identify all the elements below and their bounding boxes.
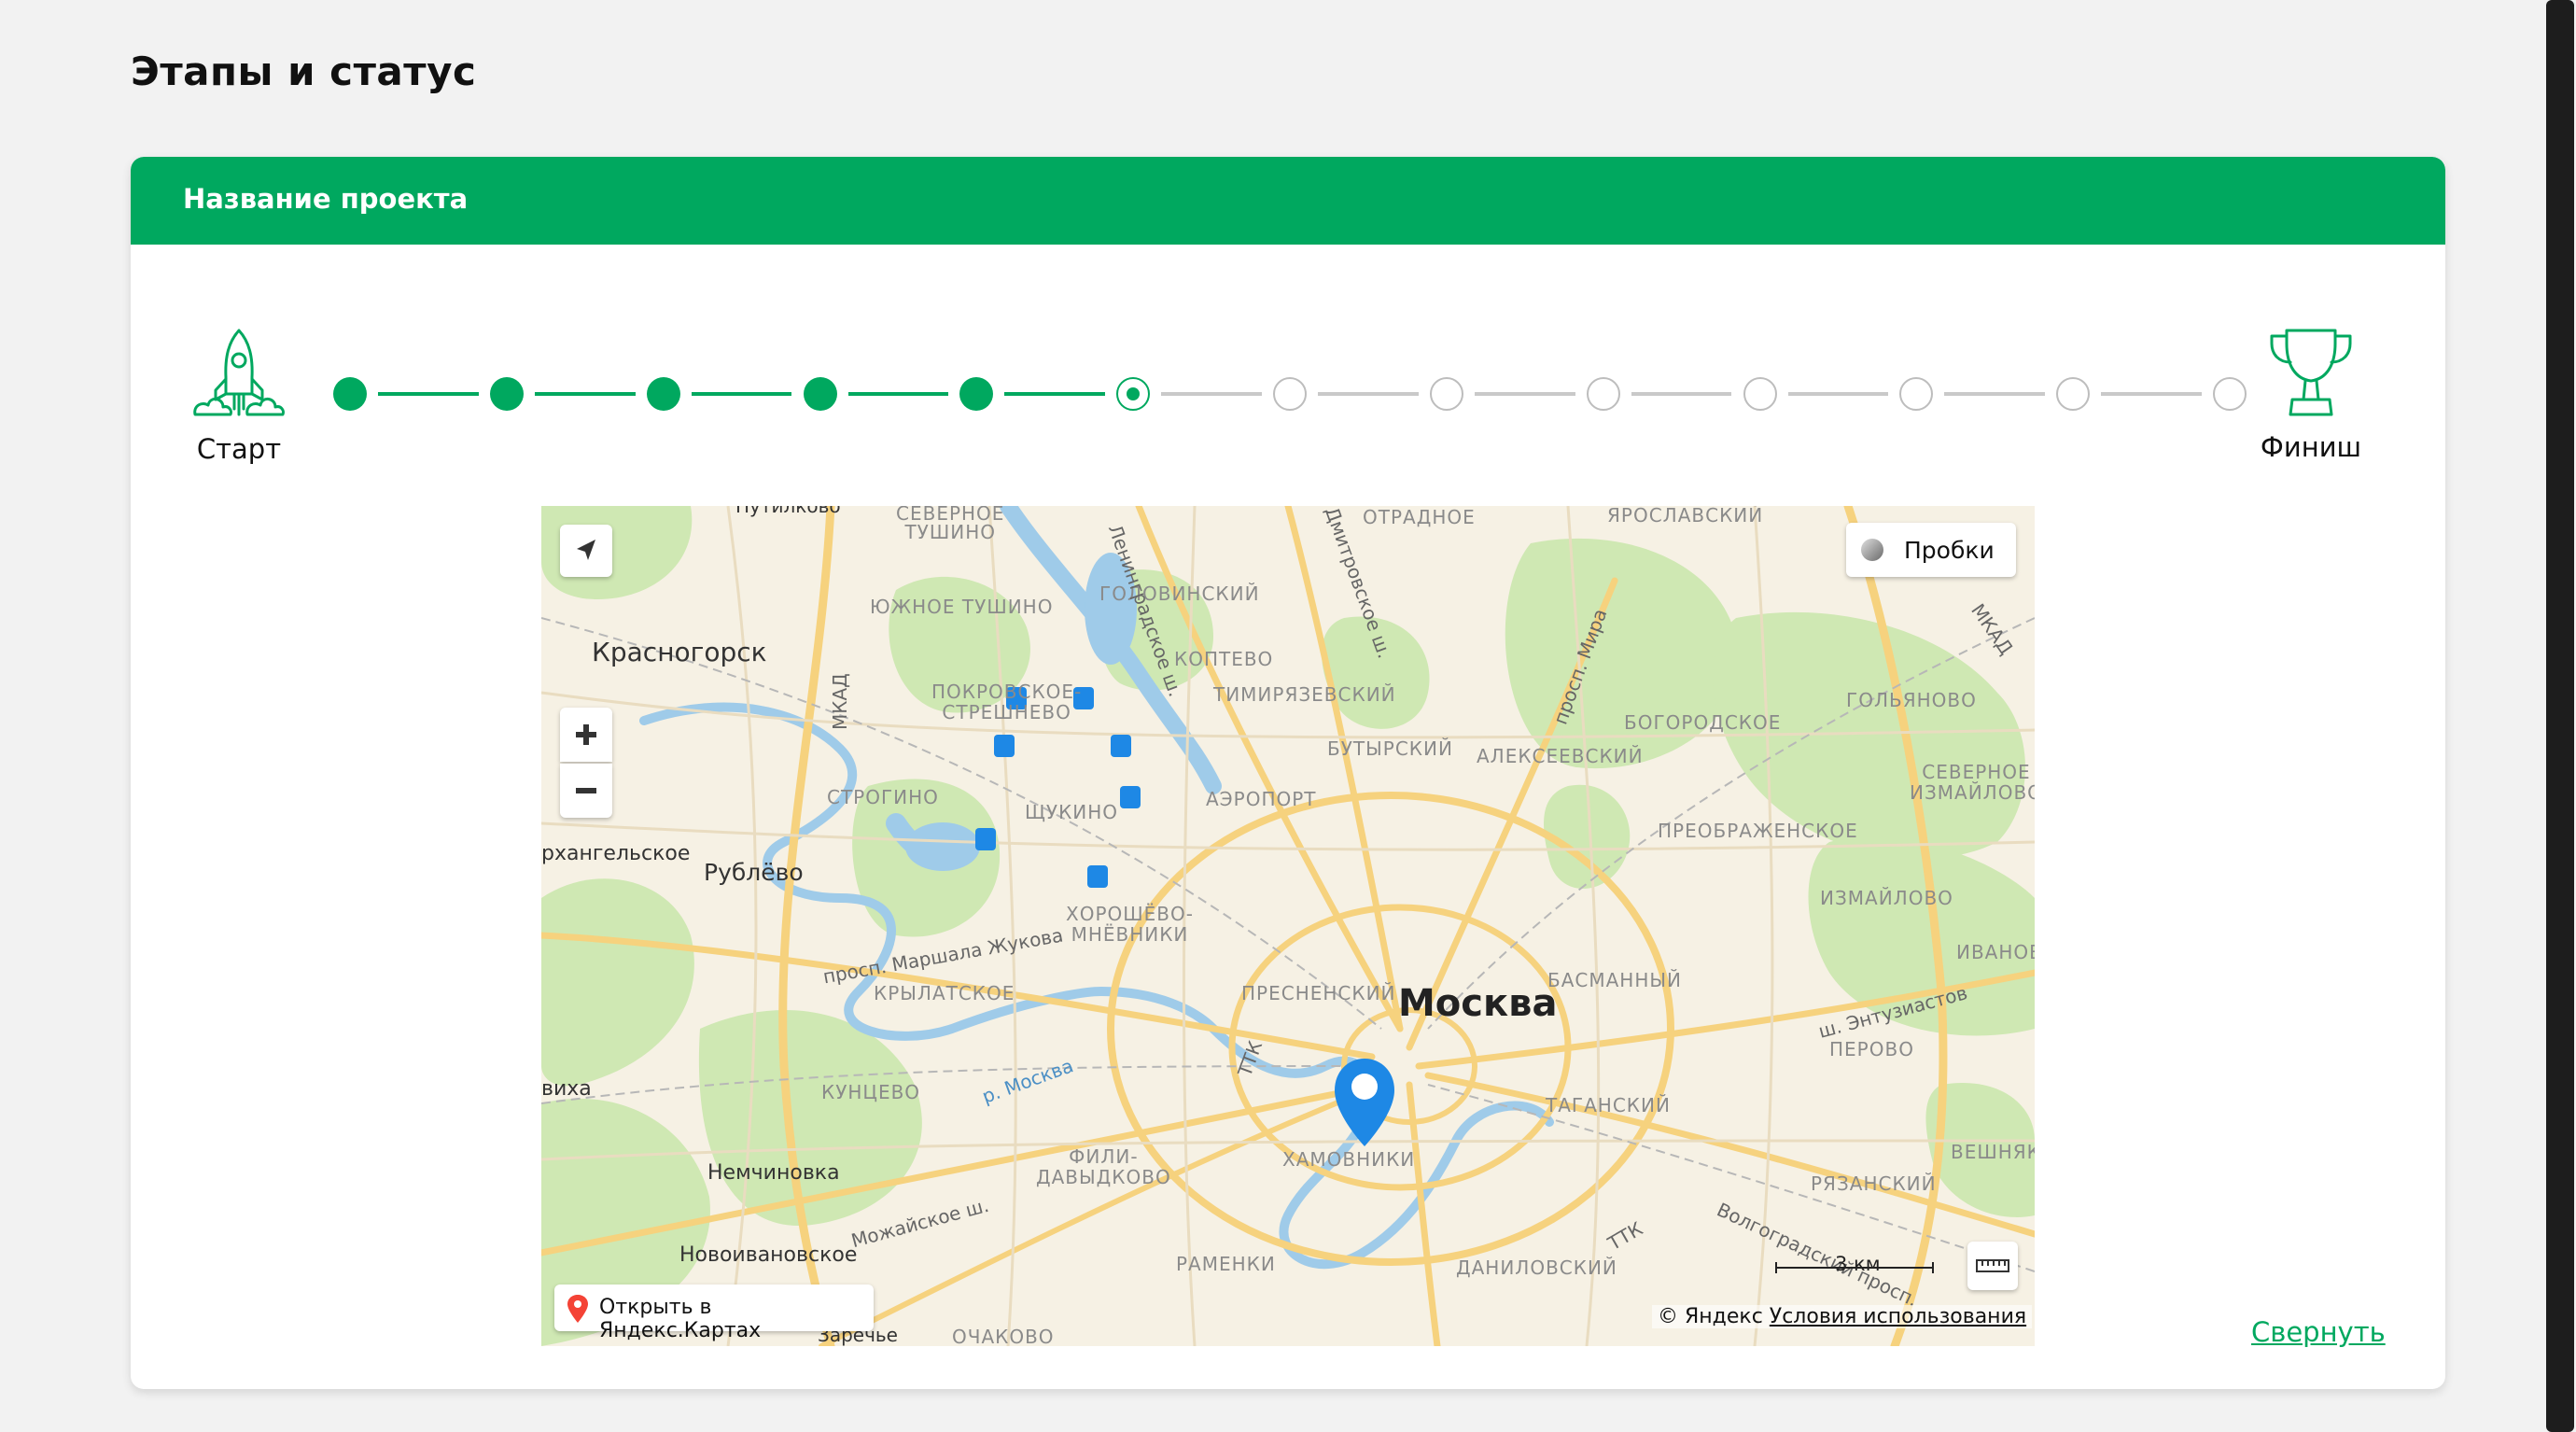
map-pin-icon — [567, 1295, 588, 1323]
map-label-vikha: виха — [541, 1077, 592, 1101]
map-label-putilkovo: Путилково — [735, 506, 841, 517]
stage-dot-12[interactable] — [2056, 377, 2091, 411]
map-label-perovo: ПЕРОВО — [1829, 1038, 1914, 1060]
ruler-icon — [1976, 1259, 2009, 1272]
stage-connector — [1944, 392, 2046, 396]
ruler-button[interactable] — [1967, 1242, 2018, 1290]
stage-dot-4[interactable] — [803, 377, 837, 411]
stage-dot-11[interactable] — [1899, 377, 1934, 411]
map-label-strogino: СТРОГИНО — [827, 786, 939, 808]
stage-connector — [1787, 392, 1889, 396]
map-label-khoroshevo: ХОРОШЁВО- МНЁВНИКИ — [1066, 903, 1194, 946]
stage-dot-7[interactable] — [1273, 377, 1307, 411]
map-label-nemchinovka: Немчиновка — [707, 1161, 840, 1185]
stage-dot-1[interactable] — [333, 377, 367, 411]
map-label-timiryazevsky: ТИМИРЯЗЕВСКИЙ — [1213, 683, 1396, 706]
stage-connector — [2101, 392, 2202, 396]
scrollbar[interactable] — [2544, 0, 2576, 1432]
map-tiles[interactable] — [541, 506, 2035, 1346]
stage-dot-3[interactable] — [646, 377, 680, 411]
stage-progress — [131, 157, 2445, 530]
plus-icon — [576, 724, 596, 745]
map-label-khamovniki: ХАМОВНИКИ — [1282, 1148, 1416, 1171]
stage-dot-5[interactable] — [959, 377, 994, 411]
map-label-rublevo: Рублёво — [704, 859, 804, 886]
stage-connector — [691, 392, 792, 396]
map-label-ramenki: РАМЕНКИ — [1176, 1253, 1276, 1275]
stage-dot-9[interactable] — [1586, 377, 1620, 411]
collapse-link[interactable]: Свернуть — [2251, 1316, 2386, 1348]
stage-connector — [534, 392, 636, 396]
stage-connector — [847, 392, 949, 396]
map[interactable]: Москва Красногорск Рублёво рхангельское … — [541, 506, 2035, 1346]
stage-dot-8[interactable] — [1429, 377, 1463, 411]
finish-milestone: Финиш — [2257, 325, 2365, 463]
traffic-button[interactable]: Пробки — [1846, 523, 2016, 577]
stage-dot-2[interactable] — [489, 377, 524, 411]
finish-label: Финиш — [2260, 431, 2362, 463]
map-label-severnoe-tushino: СЕВЕРНОЕ ТУШИНО — [896, 506, 1005, 543]
map-label-severnoe-izmaylovo: СЕВЕРНОЕ ИЗМАЙЛОВО — [1910, 761, 2035, 804]
stage-dot-6[interactable] — [1116, 377, 1151, 411]
map-label-pokrovskoe: ПОКРОВСКОЕ- СТРЕШНЕВО — [931, 681, 1083, 723]
stage-connector — [378, 392, 479, 396]
map-label-ryazansky: РЯЗАНСКИЙ — [1811, 1172, 1937, 1195]
map-label-koptevo: КОПТЕВО — [1174, 648, 1274, 670]
zoom-out-button[interactable] — [560, 764, 612, 818]
open-in-yandex-maps-button[interactable]: Открыть в Яндекс.Картах — [554, 1285, 874, 1342]
minus-icon — [576, 788, 596, 793]
navigation-arrow-icon — [577, 540, 595, 560]
map-label-izmaylovo: ИЗМАЙЛОВО — [1820, 887, 1953, 909]
map-label-aeroport: АЭРОПОРТ — [1206, 788, 1317, 810]
map-label-ochakovo: ОЧАКОВО — [952, 1326, 1055, 1346]
map-label-butyrsky: БУТЫРСКИЙ — [1327, 737, 1453, 760]
page-title: Этапы и статус — [131, 49, 477, 94]
trophy-icon — [2270, 329, 2352, 416]
stage-connector — [1004, 392, 1106, 396]
map-label-novoivanovskoe: Новоивановское — [679, 1243, 858, 1267]
map-label-presnensky: ПРЕСНЕНСКИЙ — [1241, 982, 1396, 1004]
map-label-yaroslavsky: ЯРОСЛАВСКИЙ — [1607, 506, 1764, 526]
map-label-krasnogorsk: Красногорск — [592, 637, 767, 667]
map-label-golyanovo: ГОЛЬЯНОВО — [1846, 689, 1977, 711]
copyright-text: © Яндекс — [1658, 1305, 1763, 1328]
stage-dot-13[interactable] — [2213, 377, 2247, 411]
stage-connector — [1318, 392, 1419, 396]
map-label-kuntsevo: КУНЦЕВО — [821, 1081, 921, 1103]
map-label-yuzhnoe-tushino: ЮЖНОЕ ТУШИНО — [870, 596, 1054, 618]
map-label-ivanovskoe: ИВАНОВ — [1956, 941, 2035, 963]
map-label-mkad: МКАД — [829, 673, 851, 730]
stage-dot-10[interactable] — [1743, 377, 1777, 411]
stage-connector — [1474, 392, 1575, 396]
map-label-shchukino: ЩУКИНО — [1025, 801, 1119, 823]
map-label-otradnoe: ОТРАДНОЕ — [1363, 506, 1476, 528]
map-label-fili: ФИЛИ- ДАВЫДКОВО — [1036, 1145, 1171, 1188]
map-label-krylatskoe: КРЫЛАТСКОЕ — [874, 982, 1015, 1004]
map-label-veshnyaki: ВЕШНЯКИ — [1951, 1141, 2035, 1163]
map-label-bogorodskoe: БОГОРОДСКОЕ — [1624, 711, 1782, 734]
map-label-danilovsky: ДАНИЛОВСКИЙ — [1456, 1257, 1617, 1279]
open-in-yandex-label: Открыть в Яндекс.Картах — [599, 1296, 762, 1342]
map-label-arkhangelskoe: рхангельское — [541, 842, 691, 865]
project-card: Название проекта Старт Финиш Москва Крас… — [131, 157, 2445, 1389]
stage-connector — [1161, 392, 1262, 396]
scale-label: 3 км — [1835, 1253, 1881, 1275]
geolocation-button[interactable] — [560, 525, 612, 577]
map-label-moscow: Москва — [1398, 982, 1558, 1025]
map-label-basmanny: БАСМАННЫЙ — [1547, 969, 1682, 991]
stage-connector — [1631, 392, 1732, 396]
map-label-alekseevsky: АЛЕКСЕЕВСКИЙ — [1477, 745, 1644, 767]
scrollbar-thumb[interactable] — [2546, 0, 2574, 1432]
terms-link[interactable]: Условия использования — [1770, 1305, 2026, 1328]
traffic-label: Пробки — [1904, 537, 1995, 564]
map-label-golovinsky: ГОЛОВИНСКИЙ — [1099, 583, 1260, 605]
map-label-preobrazhenskoe: ПРЕОБРАЖЕНСКОЕ — [1658, 820, 1858, 842]
map-label-tagansky: ТАГАНСКИЙ — [1546, 1094, 1671, 1116]
map-copyright: © Яндекс Условия использования — [1652, 1305, 2033, 1328]
traffic-icon — [1861, 539, 1883, 561]
zoom-in-button[interactable] — [560, 708, 612, 762]
